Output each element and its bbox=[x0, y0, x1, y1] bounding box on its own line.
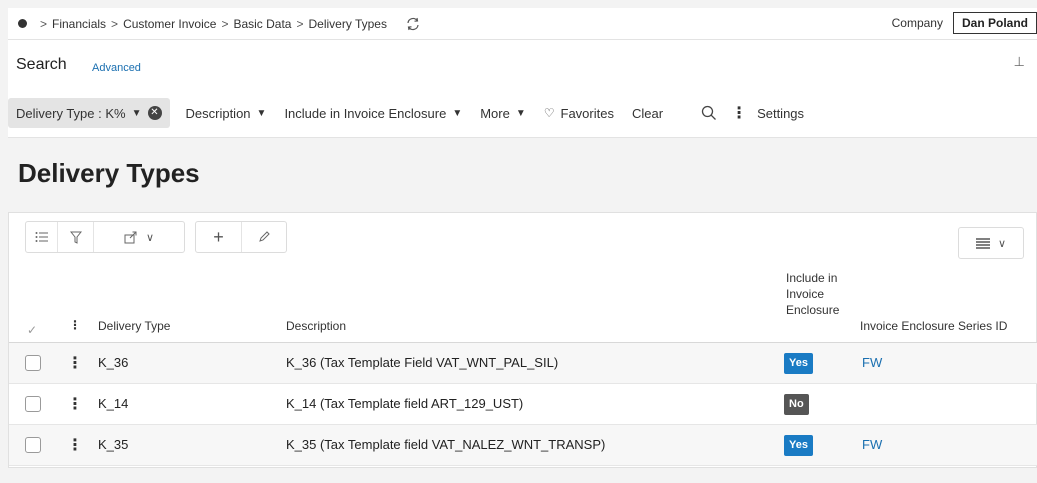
filter-include-invoice-enclosure[interactable]: Include in Invoice Enclosure ▼ bbox=[284, 106, 462, 121]
chevron-down-icon[interactable]: ▼ bbox=[132, 108, 142, 119]
search-button[interactable] bbox=[701, 105, 717, 121]
column-settings[interactable]: ∨ bbox=[959, 228, 1023, 258]
page-title: Delivery Types bbox=[18, 158, 200, 188]
company-selector: Company Dan Poland bbox=[892, 12, 1037, 34]
chevron-down-icon: ∨ bbox=[997, 237, 1007, 250]
column-header-invoice-enclosure-series-id[interactable]: Invoice Enclosure Series ID bbox=[860, 318, 1007, 334]
include-badge: Yes bbox=[784, 435, 813, 456]
row-checkbox[interactable] bbox=[25, 437, 41, 453]
filter-more[interactable]: More ▼ bbox=[480, 106, 526, 121]
breadcrumb-item-financials[interactable]: Financials bbox=[52, 17, 106, 31]
filter-button[interactable] bbox=[58, 222, 94, 252]
export-icon bbox=[124, 231, 137, 243]
add-button[interactable]: + bbox=[196, 222, 242, 252]
include-badge: No bbox=[784, 394, 809, 415]
pencil-icon bbox=[259, 231, 270, 242]
table-row[interactable]: ⋮ K_35 K_35 (Tax Template field VAT_NALE… bbox=[9, 425, 1037, 466]
cell-description: K_36 (Tax Template Field VAT_WNT_PAL_SIL… bbox=[286, 355, 559, 370]
export-button[interactable]: ∨ bbox=[94, 222, 184, 252]
header-kebab-icon[interactable]: ⋮ bbox=[69, 317, 81, 333]
plus-icon: + bbox=[213, 226, 224, 247]
chevron-down-icon: ▼ bbox=[256, 107, 267, 119]
cell-delivery-type: K_35 bbox=[98, 437, 129, 452]
series-id-link[interactable]: FW bbox=[862, 437, 882, 452]
chevron-down-icon: ▼ bbox=[452, 107, 463, 119]
filter-chip-delivery-type[interactable]: Delivery Type : K% ▼ ✕ bbox=[8, 98, 170, 128]
settings-button[interactable]: ⋮ Settings bbox=[731, 103, 804, 123]
favorites-button[interactable]: ♡ Favorites bbox=[544, 106, 614, 121]
filter-bar: Delivery Type : K% ▼ ✕ Description ▼ Inc… bbox=[8, 98, 1037, 128]
cell-delivery-type: K_14 bbox=[98, 396, 129, 411]
filter-label: Description bbox=[185, 105, 251, 121]
filter-label: Include in Invoice Enclosure bbox=[284, 105, 447, 121]
refresh-icon[interactable] bbox=[405, 16, 421, 32]
home-dot-icon[interactable] bbox=[18, 19, 27, 28]
row-checkbox[interactable] bbox=[25, 396, 41, 412]
table-toolbar-group-edit: + bbox=[195, 221, 287, 253]
cell-description: K_35 (Tax Template field VAT_NALEZ_WNT_T… bbox=[286, 437, 606, 452]
include-badge: Yes bbox=[784, 353, 813, 374]
top-bar: > Financials > Customer Invoice > Basic … bbox=[8, 8, 1037, 40]
row-kebab-icon[interactable]: ⋮ bbox=[67, 394, 83, 414]
chevron-down-icon: ∨ bbox=[145, 231, 155, 244]
company-value[interactable]: Dan Poland bbox=[952, 12, 1037, 34]
filter-label: More bbox=[480, 105, 510, 121]
filter-description[interactable]: Description ▼ bbox=[186, 106, 267, 121]
column-header-description[interactable]: Description bbox=[286, 318, 346, 334]
company-label: Company bbox=[891, 16, 943, 30]
column-settings-button[interactable]: ∨ bbox=[958, 227, 1024, 259]
table-header: ✓ ⋮ Delivery Type Description Include in… bbox=[9, 270, 1037, 343]
row-checkbox[interactable] bbox=[25, 355, 41, 371]
table-row[interactable]: ⋮ K_36 K_36 (Tax Template Field VAT_WNT_… bbox=[9, 343, 1037, 384]
select-all-checkmark-icon[interactable]: ✓ bbox=[27, 322, 37, 338]
column-header-include-invoice-enclosure[interactable]: Include in Invoice Enclosure bbox=[786, 270, 839, 318]
columns-icon bbox=[975, 237, 990, 249]
search-title: Search bbox=[16, 56, 67, 73]
main-content: Delivery Types ∨ + ∨ ✓ ⋮ Delivery Type D… bbox=[8, 138, 1037, 483]
filter-chip-label: Delivery Type : K% bbox=[16, 105, 126, 121]
breadcrumb-item-delivery-types: Delivery Types bbox=[308, 16, 387, 31]
table-toolbar-group: ∨ bbox=[25, 221, 185, 253]
breadcrumb: > Financials > Customer Invoice > Basic … bbox=[8, 16, 421, 32]
filter-icon bbox=[69, 231, 82, 244]
list-view-button[interactable] bbox=[26, 222, 58, 252]
heart-icon: ♡ bbox=[543, 106, 555, 120]
breadcrumb-separator: > bbox=[296, 16, 304, 31]
pin-icon[interactable]: ⊥ bbox=[1014, 54, 1025, 70]
table-card: ∨ + ∨ ✓ ⋮ Delivery Type Description Incl… bbox=[8, 212, 1037, 468]
column-header-delivery-type[interactable]: Delivery Type bbox=[98, 318, 170, 334]
settings-label: Settings bbox=[757, 105, 805, 121]
advanced-search-link[interactable]: Advanced bbox=[92, 62, 141, 74]
breadcrumb-item-customer-invoice[interactable]: Customer Invoice bbox=[123, 17, 216, 31]
cell-description: K_14 (Tax Template field ART_129_UST) bbox=[286, 396, 524, 411]
edit-button[interactable] bbox=[242, 222, 286, 252]
breadcrumb-separator: > bbox=[40, 16, 48, 31]
search-panel: Search Advanced ⊥ Delivery Type : K% ▼ ✕… bbox=[8, 40, 1037, 138]
favorites-label: Favorites bbox=[560, 105, 614, 121]
table-row[interactable]: ⋮ K_14 K_14 (Tax Template field ART_129_… bbox=[9, 384, 1037, 425]
breadcrumb-separator: > bbox=[221, 16, 229, 31]
search-icon bbox=[701, 105, 717, 120]
chevron-down-icon: ▼ bbox=[515, 107, 526, 119]
series-id-link[interactable]: FW bbox=[862, 355, 882, 370]
row-kebab-icon[interactable]: ⋮ bbox=[67, 435, 83, 455]
cell-delivery-type: K_36 bbox=[98, 355, 129, 370]
clear-button[interactable]: Clear bbox=[632, 106, 663, 121]
close-icon[interactable]: ✕ bbox=[147, 106, 162, 120]
breadcrumb-item-basic-data[interactable]: Basic Data bbox=[233, 17, 291, 31]
breadcrumb-separator: > bbox=[111, 16, 119, 31]
row-kebab-icon[interactable]: ⋮ bbox=[67, 353, 83, 373]
kebab-icon: ⋮ bbox=[731, 105, 748, 122]
clear-label: Clear bbox=[631, 105, 664, 121]
list-icon bbox=[35, 232, 48, 242]
